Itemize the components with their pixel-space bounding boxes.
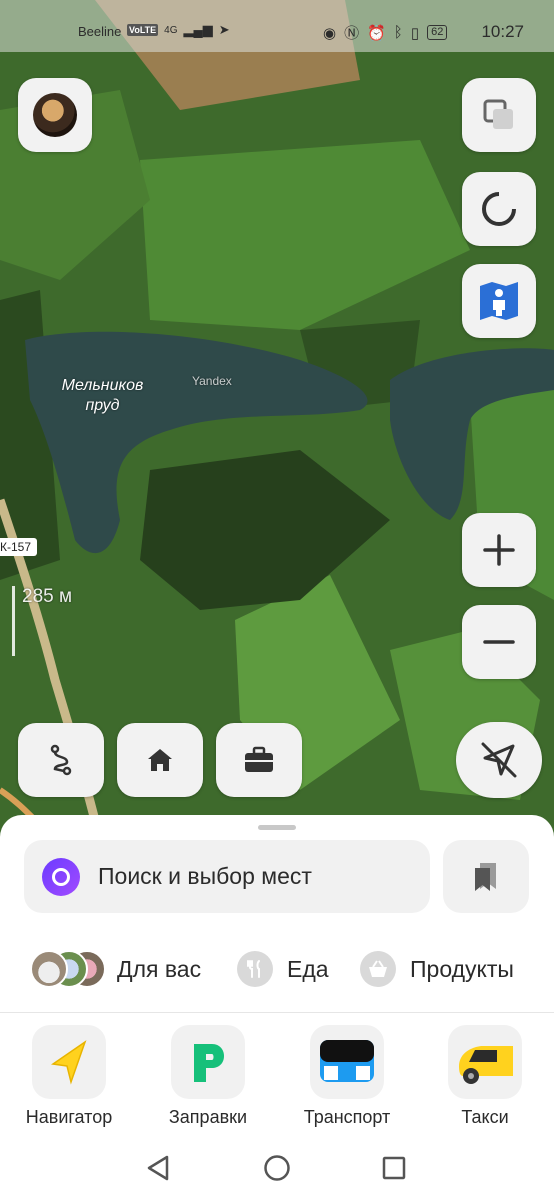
bluetooth-icon: ᛒ xyxy=(393,24,403,41)
briefcase-icon xyxy=(245,746,273,772)
bus-icon xyxy=(310,1025,384,1099)
panorama-button[interactable] xyxy=(462,264,536,338)
location-off-icon xyxy=(481,742,517,778)
home-place-button[interactable] xyxy=(117,723,203,797)
map-layers-button[interactable] xyxy=(462,78,536,152)
road-number-badge: К-157 xyxy=(0,538,38,556)
bookmarks-button[interactable] xyxy=(443,840,529,913)
alarm-icon: ⏰ xyxy=(367,24,386,42)
chip-label: Еда xyxy=(287,955,329,982)
profile-button[interactable] xyxy=(18,78,92,152)
work-place-button[interactable] xyxy=(216,723,302,797)
alice-voice-icon[interactable] xyxy=(42,857,80,896)
navigator-arrow-icon xyxy=(32,1025,106,1099)
home-icon xyxy=(148,749,172,771)
home-button[interactable] xyxy=(252,1143,302,1193)
service-label: Навигатор xyxy=(25,1107,113,1127)
service-transport[interactable]: Транспорт xyxy=(282,1025,412,1128)
vibrate-icon: ▯ xyxy=(410,24,420,42)
basket-icon xyxy=(360,951,396,987)
back-button[interactable] xyxy=(133,1143,183,1193)
category-chips: Для вас Еда Продукты xyxy=(0,943,554,995)
avatar xyxy=(33,93,77,137)
service-label: Такси xyxy=(461,1107,509,1127)
bookmarks-icon xyxy=(475,862,496,891)
plus-icon xyxy=(483,534,515,566)
scale-label: 285 м xyxy=(22,586,73,607)
network-type: 4G xyxy=(164,24,178,36)
service-navigator[interactable]: Навигатор xyxy=(4,1025,134,1128)
search-placeholder: Поиск и выбор мест xyxy=(98,863,312,889)
recents-square-icon xyxy=(382,1156,406,1180)
service-label: Заправки xyxy=(168,1107,248,1127)
bottom-sheet[interactable]: Поиск и выбор мест Для вас Еда Продукты xyxy=(0,815,554,1200)
layers-icon xyxy=(483,99,513,129)
telegram-icon: ➤ xyxy=(218,22,230,37)
system-nav-bar xyxy=(0,1135,554,1200)
nfc-icon: Ⓝ xyxy=(344,25,360,42)
location-button[interactable] xyxy=(456,722,542,798)
home-circle-icon xyxy=(264,1155,290,1181)
chip-for-you[interactable]: Для вас xyxy=(30,943,201,995)
alice-button[interactable] xyxy=(462,172,536,246)
network-indicators: VoLTE 4G ▂▄▆ ➤ xyxy=(127,22,230,38)
eye-icon: ◉ xyxy=(323,24,337,42)
alice-icon xyxy=(482,191,517,226)
sheet-grabber[interactable] xyxy=(258,825,296,830)
fuel-p-icon xyxy=(171,1025,245,1099)
route-button[interactable] xyxy=(18,723,104,797)
clock: 10:27 xyxy=(481,22,524,41)
carrier-name: Beeline xyxy=(78,24,122,39)
chip-food[interactable]: Еда xyxy=(237,943,329,995)
panorama-icon xyxy=(480,282,518,320)
lake-label: Мельников пруд xyxy=(61,377,144,414)
volte-badge: VoLTE xyxy=(127,24,159,36)
service-fuel[interactable]: Заправки xyxy=(143,1025,273,1128)
service-label: Транспорт xyxy=(303,1107,391,1127)
chip-products[interactable]: Продукты xyxy=(360,943,514,995)
taxi-car-icon xyxy=(448,1025,522,1099)
recents-button[interactable] xyxy=(369,1143,419,1193)
battery-icon: 62 xyxy=(427,25,448,40)
service-taxi[interactable]: Такси xyxy=(420,1025,550,1128)
chip-label: Для вас xyxy=(117,955,202,982)
services-row: Навигатор Заправки Транспорт Такси xyxy=(0,1025,554,1135)
chip-label: Продукты xyxy=(410,955,514,982)
fork-knife-icon xyxy=(237,951,273,987)
zoom-out-button[interactable] xyxy=(462,605,536,679)
zoom-in-button[interactable] xyxy=(462,513,536,587)
yandex-watermark: Yandex xyxy=(192,374,232,388)
status-bar: Beeline VoLTE 4G ▂▄▆ ➤ ◉ Ⓝ ⏰ ᛒ ▯ 62 10:2… xyxy=(0,0,554,52)
for-you-thumbnails xyxy=(30,950,106,988)
minus-icon xyxy=(483,640,515,644)
back-triangle-icon xyxy=(147,1155,169,1181)
scale-bar xyxy=(12,586,15,656)
divider xyxy=(0,1012,554,1013)
route-icon xyxy=(50,744,72,776)
signal-icon: ▂▄▆ xyxy=(183,22,213,37)
system-indicators: ◉ Ⓝ ⏰ ᛒ ▯ 62 xyxy=(323,22,448,43)
search-input[interactable]: Поиск и выбор мест xyxy=(24,840,430,913)
